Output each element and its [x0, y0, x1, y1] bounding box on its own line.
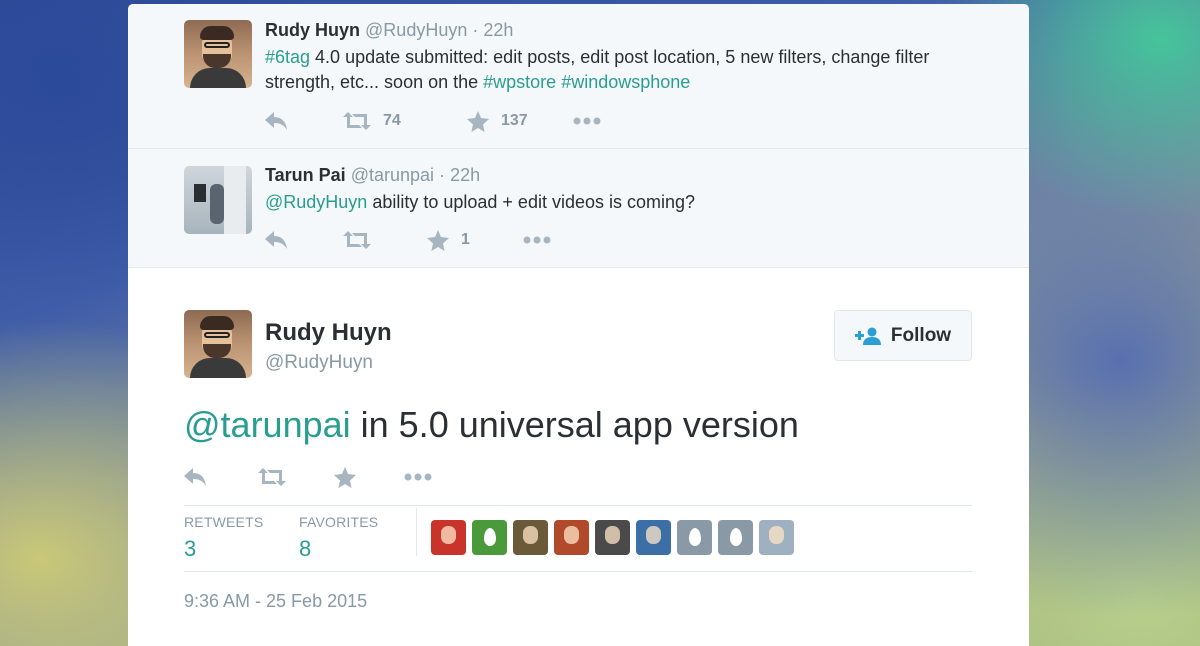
more-button[interactable]: [404, 465, 432, 489]
author-handle[interactable]: @RudyHuyn: [265, 352, 373, 374]
tweet-handle[interactable]: @RudyHuyn: [365, 20, 467, 40]
reply-icon: [265, 231, 287, 249]
tweet-text: @RudyHuyn ability to upload + edit video…: [265, 190, 985, 215]
tweet-text-large: @tarunpai in 5.0 universal app version: [184, 404, 799, 446]
retweets-stat[interactable]: RETWEETS 3: [184, 514, 263, 562]
reply-icon: [184, 468, 206, 486]
thread-tweet-2[interactable]: Tarun Pai @tarunpai · 22h @RudyHuyn abil…: [128, 149, 1029, 268]
favoriter-avatar[interactable]: [636, 520, 671, 555]
tweet-time[interactable]: 22h: [450, 165, 480, 185]
avatar-photo: [646, 526, 661, 544]
stats-separator: [416, 508, 417, 556]
tweet-time[interactable]: 22h: [483, 20, 513, 40]
avatar-photo: [523, 526, 538, 544]
follow-label: Follow: [890, 324, 952, 346]
retweet-button[interactable]: [258, 465, 334, 489]
more-dots-icon: [404, 473, 432, 481]
favorites-count: 8: [299, 536, 312, 561]
favorite-button[interactable]: 137: [467, 109, 573, 133]
hashtag-or-mention-link[interactable]: #6tag: [265, 47, 310, 67]
avatar-rudy-huyn[interactable]: [184, 310, 252, 378]
star-icon: [427, 229, 449, 251]
more-dots-icon: [523, 236, 551, 244]
reply-icon: [265, 112, 287, 130]
retweet-icon: [343, 231, 371, 249]
more-dots-icon: [573, 117, 601, 125]
retweet-button[interactable]: [343, 228, 427, 252]
follow-button[interactable]: Follow: [834, 310, 972, 361]
mention-link[interactable]: @tarunpai: [184, 404, 351, 445]
reply-button[interactable]: [184, 465, 258, 489]
avatar-tarun-pai[interactable]: [184, 166, 252, 234]
favoriter-avatar[interactable]: [595, 520, 630, 555]
hashtag-or-mention-link[interactable]: #wpstore: [483, 72, 556, 92]
favoriters-list: [431, 520, 800, 555]
favorites-label: FAVORITES: [299, 514, 379, 530]
tweet-text: #6tag 4.0 update submitted: edit posts, …: [265, 45, 985, 95]
tweet-actions: [184, 465, 432, 489]
reply-button[interactable]: [265, 228, 343, 252]
tweet-header: Rudy Huyn @RudyHuyn · 22h: [265, 20, 985, 41]
favoriter-avatar[interactable]: [472, 520, 507, 555]
avatar-rudy-huyn[interactable]: [184, 20, 252, 88]
tweet-actions: 1: [265, 228, 551, 252]
favorite-count: 137: [501, 112, 528, 129]
favorite-count: 1: [461, 231, 470, 248]
more-button[interactable]: [573, 109, 601, 133]
default-egg-icon: [689, 528, 701, 546]
thread-tweet-1[interactable]: Rudy Huyn @RudyHuyn · 22h #6tag 4.0 upda…: [128, 4, 1029, 149]
stats-divider-bottom: [184, 571, 972, 572]
tweet-handle[interactable]: @tarunpai: [351, 165, 434, 185]
tweet-timestamp[interactable]: 9:36 AM - 25 Feb 2015: [184, 591, 367, 612]
more-button[interactable]: [523, 228, 551, 252]
tweet-header: Tarun Pai @tarunpai · 22h: [265, 165, 985, 186]
avatar-photo: [605, 526, 620, 544]
retweet-icon: [258, 468, 286, 486]
author-fullname[interactable]: Rudy Huyn: [265, 319, 392, 347]
favoriter-avatar[interactable]: [759, 520, 794, 555]
favoriter-avatar[interactable]: [431, 520, 466, 555]
follow-user-icon: [854, 327, 881, 345]
favoriter-avatar[interactable]: [513, 520, 548, 555]
retweets-label: RETWEETS: [184, 514, 264, 530]
separator-dot: ·: [472, 20, 479, 40]
retweet-button[interactable]: 74: [343, 109, 467, 133]
star-icon: [334, 466, 356, 488]
retweets-count: 3: [184, 536, 197, 561]
hashtag-or-mention-link[interactable]: #windowsphone: [561, 72, 690, 92]
favoriter-avatar[interactable]: [718, 520, 753, 555]
tweet-text-segment: ability to upload + edit videos is comin…: [367, 192, 696, 212]
stats-divider-top: [184, 505, 972, 506]
retweet-icon: [343, 112, 371, 130]
tweet-fullname[interactable]: Tarun Pai: [265, 165, 346, 185]
avatar-photo: [769, 526, 784, 544]
favorite-button[interactable]: [334, 465, 404, 489]
tweet-body: in 5.0 universal app version: [350, 404, 799, 445]
avatar-photo: [441, 526, 456, 544]
default-egg-icon: [484, 528, 496, 546]
favoriter-avatar[interactable]: [677, 520, 712, 555]
retweet-count: 74: [383, 112, 401, 129]
favorites-stat[interactable]: FAVORITES 8: [299, 514, 378, 562]
default-egg-icon: [730, 528, 742, 546]
permalink-tweet: Rudy Huyn @RudyHuyn Follow @tarunpai in …: [128, 268, 1029, 646]
avatar-photo: [564, 526, 579, 544]
tweet-card: Rudy Huyn @RudyHuyn · 22h #6tag 4.0 upda…: [128, 4, 1029, 646]
star-icon: [467, 110, 489, 132]
tweet-actions: 74 137: [265, 109, 601, 133]
tweet-fullname[interactable]: Rudy Huyn: [265, 20, 360, 40]
favoriter-avatar[interactable]: [554, 520, 589, 555]
hashtag-or-mention-link[interactable]: @RudyHuyn: [265, 192, 367, 212]
favorite-button[interactable]: 1: [427, 228, 523, 252]
reply-button[interactable]: [265, 109, 343, 133]
separator-dot: ·: [439, 165, 446, 185]
